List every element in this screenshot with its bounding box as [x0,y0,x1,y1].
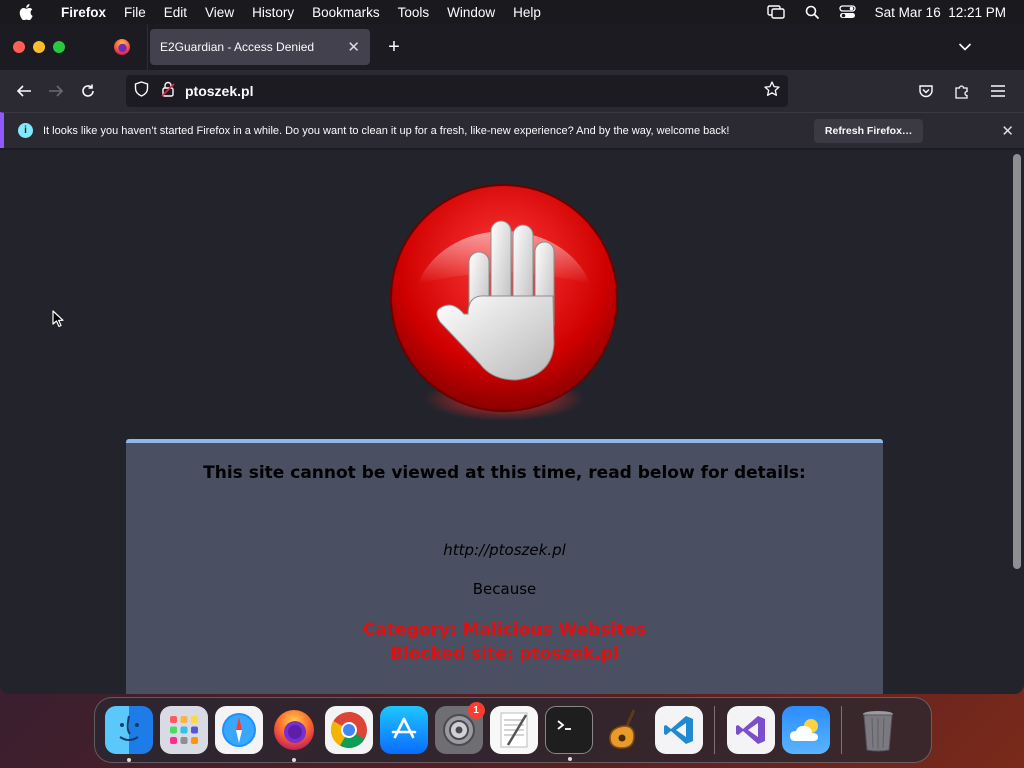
page-content: This site cannot be viewed at this time,… [0,150,1024,694]
new-tab-button[interactable]: + [384,36,404,59]
navigation-toolbar: ptoszek.pl [0,70,1024,112]
firefox-icon [113,39,130,55]
tab-close-icon[interactable]: ✕ [347,38,360,56]
screen-mirroring-icon[interactable] [766,5,785,19]
menu-edit[interactable]: Edit [155,5,196,20]
menu-window[interactable]: Window [438,5,504,20]
block-category: Category: Malicious Websites [363,620,646,640]
menu-tools[interactable]: Tools [389,5,439,20]
denied-heading: This site cannot be viewed at this time,… [203,463,806,483]
pocket-icon[interactable] [910,75,942,107]
firefox-window: E2Guardian - Access Denied ✕ + ptoszek.p… [0,24,1024,694]
list-all-tabs-chevron-down-icon[interactable] [958,39,972,57]
visual-studio-icon[interactable] [726,706,775,754]
info-icon: i [18,123,33,138]
control-center-icon[interactable] [839,5,857,19]
safari-icon[interactable] [214,706,263,754]
tab-active[interactable]: E2Guardian - Access Denied ✕ [150,29,370,65]
dock: 1 [94,697,932,763]
vscode-icon[interactable] [654,706,703,754]
menu-file[interactable]: File [115,5,155,20]
menubar-clock[interactable]: Sat Mar 16 12:21 PM [875,5,1006,20]
url-text[interactable]: ptoszek.pl [185,83,764,99]
firefox-dock-icon[interactable] [270,706,318,762]
forward-arrow-icon[interactable] [40,75,72,107]
menu-history[interactable]: History [243,5,303,20]
menu-app-name[interactable]: Firefox [52,5,115,20]
refresh-firefox-button[interactable]: Refresh Firefox… [813,118,924,143]
weather-icon[interactable] [781,706,830,754]
textedit-icon[interactable] [489,706,538,754]
window-controls [0,41,96,53]
notification-close-icon[interactable]: ✕ [1001,122,1014,140]
notification-badge: 1 [467,702,485,719]
access-denied-panel: This site cannot be viewed at this time,… [126,439,883,694]
dock-separator [714,706,715,754]
refresh-firefox-notification: i It looks like you haven’t started Fire… [0,112,1024,148]
chrome-icon[interactable] [324,706,373,754]
mouse-cursor-icon [52,310,64,328]
apple-menu-icon[interactable] [0,4,52,20]
tab-bar: E2Guardian - Access Denied ✕ + [0,24,1024,70]
blocked-site: Blocked site: ptoszek.pl [390,644,619,664]
back-arrow-icon[interactable] [8,75,40,107]
blocked-url: http://ptoszek.pl [443,541,566,559]
trash-icon[interactable] [854,706,902,754]
pinned-tab-firefox[interactable] [96,24,148,70]
close-window-button[interactable] [13,41,25,53]
notification-message: It looks like you haven’t started Firefo… [43,124,730,137]
menu-bookmarks[interactable]: Bookmarks [303,5,389,20]
menu-bar: Firefox File Edit View History Bookmarks… [0,0,1024,24]
zoom-window-button[interactable] [53,41,65,53]
block-reason: Category: Malicious Websites Blocked sit… [126,618,883,666]
reload-icon[interactable] [72,75,104,107]
extensions-puzzle-icon[interactable] [946,75,978,107]
menu-help[interactable]: Help [504,5,550,20]
spotlight-search-icon[interactable] [803,5,821,19]
because-label: Because [472,580,537,598]
tab-title: E2Guardian - Access Denied [160,40,315,54]
stop-hand-icon [388,184,620,434]
vertical-scrollbar[interactable] [1013,154,1021,569]
hamburger-menu-icon[interactable] [982,75,1014,107]
dock-separator [841,706,842,754]
connection-not-secure-lock-icon[interactable] [161,81,175,102]
menu-view[interactable]: View [196,5,243,20]
running-indicator [567,757,572,761]
url-bar[interactable]: ptoszek.pl [126,75,788,107]
running-indicator [126,758,131,762]
tracking-protection-shield-icon[interactable] [134,80,149,102]
app-store-icon[interactable] [379,706,428,754]
system-settings-icon[interactable]: 1 [434,702,485,754]
running-indicator [291,758,296,762]
bookmark-star-icon[interactable] [764,80,780,102]
finder-icon[interactable] [104,706,153,762]
launchpad-icon[interactable] [159,706,208,754]
minimize-window-button[interactable] [33,41,45,53]
terminal-icon[interactable] [544,706,593,761]
garageband-icon[interactable] [600,706,648,754]
